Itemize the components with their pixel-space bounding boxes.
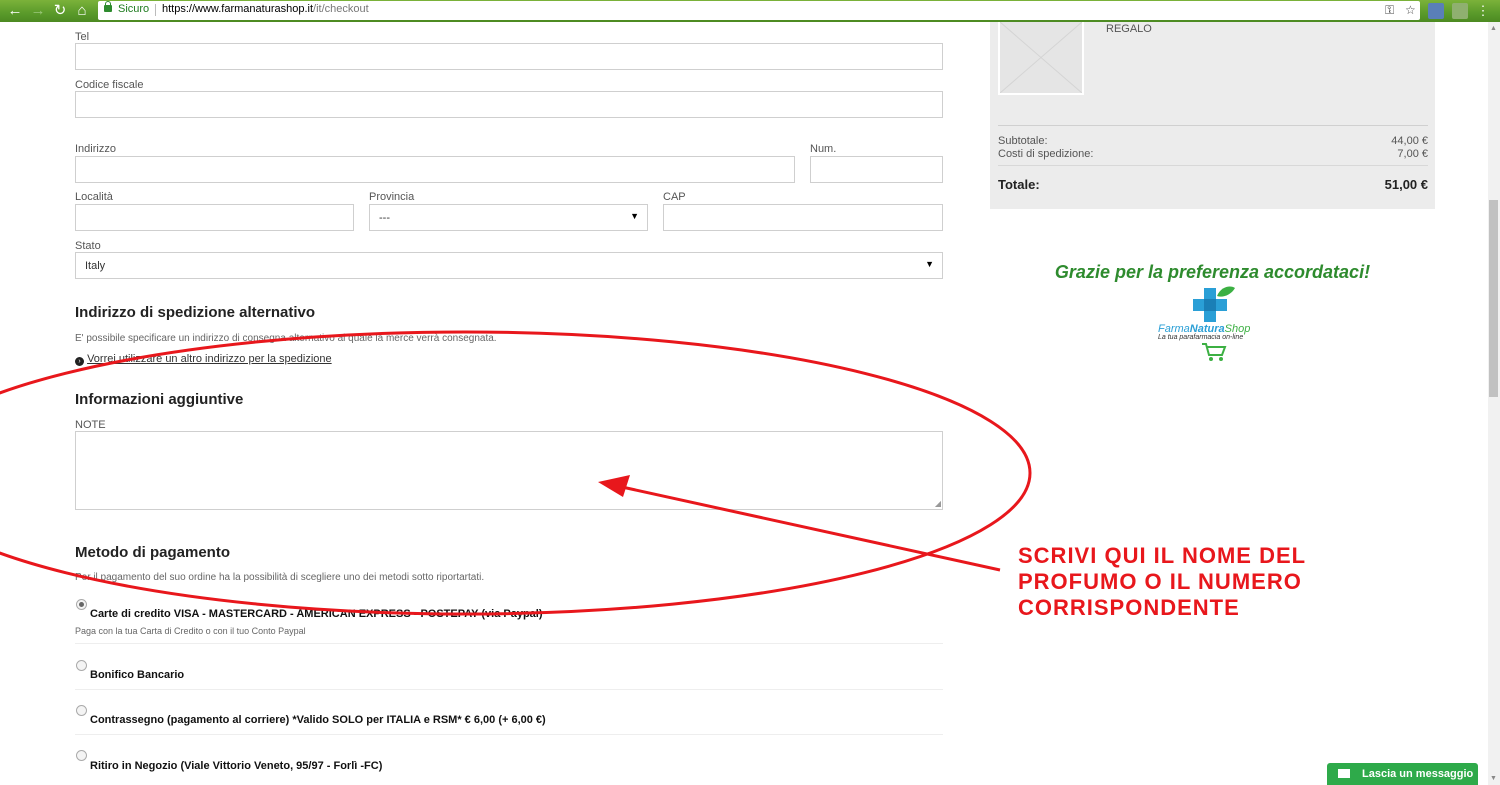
- subtotal-label: Subtotale:: [998, 135, 1048, 147]
- logo-tagline: La tua parafarmacia on-line: [1158, 334, 1244, 341]
- scroll-up-icon[interactable]: ▲: [1490, 25, 1497, 32]
- alt-shipping-description: E' possibile specificare un indirizzo di…: [75, 333, 497, 344]
- localita-label: Località: [75, 191, 113, 203]
- envelope-icon: [1338, 769, 1350, 778]
- annotation-line-3: CORRISPONDENTE: [1018, 595, 1240, 620]
- num-input[interactable]: [810, 156, 943, 183]
- payment-label-ritiro[interactable]: Ritiro in Negozio (Viale Vittorio Veneto…: [90, 760, 382, 772]
- annotation-line-1: SCRIVI QUI IL NOME DEL: [1018, 543, 1307, 568]
- cap-label: CAP: [663, 191, 686, 203]
- star-icon[interactable]: ☆: [1405, 3, 1416, 17]
- security-label: Sicuro: [118, 3, 150, 15]
- provincia-select[interactable]: --- ▼: [369, 204, 648, 231]
- annotation-text: SCRIVI QUI IL NOME DEL PROFUMO O IL NUME…: [1018, 543, 1306, 621]
- payment-radio-bonifico[interactable]: [76, 660, 87, 671]
- notes-textarea[interactable]: ◢: [75, 431, 943, 510]
- payment-radio-ritiro[interactable]: [76, 750, 87, 761]
- codice-fiscale-input[interactable]: [75, 91, 943, 118]
- extra-info-heading: Informazioni aggiuntive: [75, 391, 244, 408]
- home-icon[interactable]: ⌂: [73, 2, 91, 20]
- payment-radio-contrassegno[interactable]: [76, 705, 87, 716]
- translate-extension-icon[interactable]: [1428, 3, 1444, 19]
- caret-down-icon: ▼: [630, 211, 639, 221]
- codice-fiscale-label: Codice fiscale: [75, 79, 144, 91]
- alt-shipping-link-row[interactable]: › Vorrei utilizzare un altro indirizzo p…: [75, 353, 332, 366]
- cap-input[interactable]: [663, 204, 943, 231]
- provincia-label: Provincia: [369, 191, 415, 203]
- payment-sub-paypal: Paga con la tua Carta di Credito o con i…: [75, 626, 306, 636]
- indirizzo-label: Indirizzo: [75, 143, 116, 155]
- num-label: Num.: [810, 143, 837, 155]
- shipping-label: Costi di spedizione:: [998, 148, 1094, 160]
- scrollbar-track[interactable]: [1488, 22, 1500, 785]
- payment-heading: Metodo di pagamento: [75, 544, 230, 561]
- shipping-value: 7,00 €: [1397, 148, 1428, 160]
- divider: [75, 734, 943, 735]
- subtotal-value: 44,00 €: [1391, 135, 1428, 147]
- forward-icon[interactable]: →: [29, 2, 47, 20]
- payment-label-paypal[interactable]: Carte di credito VISA - MASTERCARD - AME…: [90, 608, 543, 620]
- product-thumbnail: [998, 22, 1084, 95]
- key-icon[interactable]: ⚿: [1385, 3, 1394, 18]
- menu-icon[interactable]: ⋮: [1474, 2, 1492, 20]
- omnibox-separator: [155, 4, 156, 16]
- annotation-line-2: PROFUMO O IL NUMERO: [1018, 569, 1302, 594]
- url-path: /it/checkout: [313, 3, 369, 15]
- notes-label: NOTE: [75, 419, 106, 431]
- placeholder-image-icon: [1000, 22, 1082, 93]
- tel-label: Tel: [75, 31, 90, 43]
- url-domain: https://www.farmanaturashop.it: [162, 3, 314, 15]
- reload-icon[interactable]: ↻: [51, 2, 69, 20]
- payment-description: Per il pagamento del suo ordine ha la po…: [75, 572, 485, 583]
- leave-message-button[interactable]: Lascia un messaggio: [1327, 763, 1478, 785]
- total-label: Totale:: [998, 177, 1040, 192]
- caret-down-icon: ▼: [925, 259, 934, 269]
- leave-message-label: Lascia un messaggio: [1362, 768, 1474, 780]
- chevron-circle-icon: ›: [75, 357, 84, 366]
- payment-radio-paypal[interactable]: [76, 599, 87, 610]
- product-name: REGALO: [1106, 23, 1152, 35]
- pdf-extension-icon[interactable]: [1452, 3, 1468, 19]
- back-icon[interactable]: ←: [6, 2, 24, 20]
- url-text[interactable]: https://www.farmanaturashop.it/it/checko…: [162, 3, 369, 15]
- summary-divider: [998, 125, 1428, 126]
- farmanaturashop-logo: FarmaNaturaShop La tua parafarmacia on-l…: [1155, 286, 1270, 362]
- divider: [75, 643, 943, 644]
- summary-divider: [998, 165, 1428, 166]
- alt-shipping-link[interactable]: Vorrei utilizzare un altro indirizzo per…: [87, 353, 332, 365]
- stato-select[interactable]: Italy ▼: [75, 252, 943, 279]
- localita-input[interactable]: [75, 204, 354, 231]
- payment-label-bonifico[interactable]: Bonifico Bancario: [90, 669, 184, 681]
- stato-label: Stato: [75, 240, 101, 252]
- provincia-value: ---: [379, 212, 390, 224]
- total-value: 51,00 €: [1384, 177, 1428, 192]
- indirizzo-input[interactable]: [75, 156, 795, 183]
- divider: [75, 689, 943, 690]
- alt-shipping-heading: Indirizzo di spedizione alternativo: [75, 304, 316, 321]
- scroll-down-icon[interactable]: ▼: [1490, 775, 1497, 782]
- scrollbar-thumb[interactable]: [1489, 200, 1498, 397]
- stato-value: Italy: [85, 260, 106, 272]
- thanks-message: Grazie per la preferenza accordataci!: [1054, 262, 1371, 282]
- resize-handle-icon[interactable]: ◢: [935, 499, 941, 508]
- lock-icon: [104, 1, 112, 12]
- tel-input[interactable]: [75, 43, 943, 70]
- payment-label-contrassegno[interactable]: Contrassegno (pagamento al corriere) *Va…: [90, 714, 546, 726]
